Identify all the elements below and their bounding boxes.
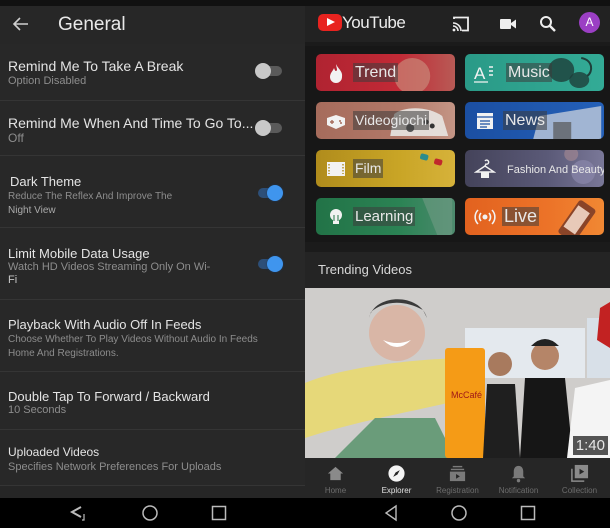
svg-text:A: A [474, 64, 486, 83]
setting-subtitle-line2: Home And Registrations. [8, 348, 119, 359]
subscriptions-icon [449, 465, 466, 482]
setting-title: Playback With Audio Off In Feeds [8, 317, 202, 332]
bottom-nav-library[interactable]: Collection [549, 458, 610, 498]
film-icon [327, 162, 345, 176]
bottom-nav-label: Registration [436, 486, 479, 495]
toggle-dark-theme[interactable] [255, 185, 283, 201]
bottom-nav-label: Collection [561, 486, 598, 495]
home-icon [327, 466, 344, 481]
category-grid: Trend A Music Videogiochi News Film Fash… [305, 46, 610, 242]
setting-muted-playback[interactable]: Playback With Audio Off In Feeds Choose … [0, 300, 305, 372]
video-thumbnail[interactable]: McCafé 1:40 [305, 288, 610, 458]
bottom-nav-label: Home [324, 486, 347, 495]
back-icon[interactable] [381, 503, 401, 523]
bottom-nav-notifications[interactable]: Notification [488, 458, 549, 498]
bell-icon [511, 465, 526, 483]
newspaper-icon [477, 113, 493, 129]
3d-glasses-artwork [419, 153, 442, 166]
category-label: Trend [353, 63, 399, 82]
system-nav-bar [305, 498, 610, 528]
setting-remind-bedtime[interactable]: Remind Me When And Time To Go To... Off [0, 101, 305, 156]
page-title: General [58, 14, 126, 35]
setting-double-tap[interactable]: Double Tap To Forward / Backward 10 Seco… [0, 372, 305, 430]
setting-title: Limit Mobile Data Usage [8, 246, 150, 261]
recents-icon[interactable] [209, 503, 229, 523]
hanger-icon [474, 159, 496, 178]
library-icon [571, 464, 589, 482]
recents-icon[interactable] [518, 503, 538, 523]
category-music[interactable]: A Music [465, 54, 604, 91]
thumbnail-image: McCafé [305, 288, 610, 458]
system-nav-bar [0, 498, 305, 528]
setting-uploads[interactable]: Uploaded Videos Specifies Network Prefer… [0, 430, 305, 486]
video-camera-icon[interactable] [498, 14, 518, 34]
video-duration-badge: 1:40 [572, 436, 608, 455]
avatar[interactable]: A [579, 12, 600, 33]
setting-subtitle: Choose Whether To Play Videos Without Au… [8, 334, 258, 345]
trending-title: Trending Videos [318, 262, 412, 277]
arrow-left-icon[interactable] [11, 14, 31, 34]
setting-title: Dark Theme [10, 174, 82, 189]
setting-subtitle: Watch HD Videos Streaming Only On Wi- [8, 261, 211, 273]
bottom-nav-label: Notification [498, 486, 539, 495]
category-film[interactable]: Film [316, 150, 455, 187]
lightbulb-icon [330, 209, 342, 224]
bottom-nav-home[interactable]: Home [305, 458, 366, 498]
youtube-logo-icon[interactable] [318, 14, 342, 31]
setting-remind-break[interactable]: Remind Me To Take A Break Option Disable… [0, 44, 305, 101]
setting-title: Double Tap To Forward / Backward [8, 389, 210, 404]
category-news[interactable]: News [465, 102, 604, 139]
setting-subtitle: 10 Seconds [8, 404, 67, 416]
settings-header: General [0, 6, 305, 44]
home-icon[interactable] [140, 503, 160, 523]
bottom-nav-label: Explorer [381, 486, 412, 495]
category-label: News [503, 111, 548, 130]
flame-icon [330, 64, 343, 83]
youtube-explore-screen: YouTube A Trend A Music Videogiochi News… [305, 0, 610, 528]
gamepad-icon [327, 115, 345, 129]
cast-icon[interactable] [451, 14, 471, 34]
toggle-limit-data[interactable] [255, 256, 283, 272]
settings-screen: General Remind Me To Take A Break Option… [0, 0, 305, 528]
bottom-navigation: Home Explorer Registration Notification … [305, 458, 610, 498]
category-learning[interactable]: Learning [316, 198, 455, 235]
back-icon[interactable] [69, 503, 89, 523]
setting-dark-theme[interactable]: Dark Theme Reduce The Reflex And Improve… [0, 156, 305, 228]
youtube-header: YouTube A [305, 6, 610, 42]
setting-subtitle: Reduce The Reflex And Improve The [8, 191, 173, 202]
setting-subtitle-line2: Night View [8, 205, 56, 216]
setting-title: Remind Me To Take A Break [8, 58, 184, 74]
category-gaming[interactable]: Videogiochi [316, 102, 455, 139]
search-icon[interactable] [538, 14, 558, 34]
music-icon: A [474, 64, 493, 83]
setting-subtitle: Off [8, 131, 24, 145]
category-label: Fashion And Beauty [507, 164, 604, 176]
youtube-wordmark[interactable]: YouTube [342, 13, 406, 33]
category-label: Music [506, 63, 552, 82]
home-icon[interactable] [449, 503, 469, 523]
setting-subtitle: Option Disabled [8, 75, 87, 87]
toggle-remind-bedtime[interactable] [255, 120, 283, 136]
category-label: Live [502, 206, 540, 226]
toggle-remind-break[interactable] [255, 63, 283, 79]
category-trend[interactable]: Trend [316, 54, 455, 91]
trending-section-header: Trending Videos [305, 252, 610, 288]
setting-subtitle-line2: Fi [8, 274, 18, 286]
category-label: Film [353, 159, 384, 178]
category-fashion[interactable]: Fashion And Beauty [465, 150, 604, 187]
category-label: Videogiochi [353, 111, 430, 130]
category-label: Learning [353, 207, 416, 226]
bottom-nav-subscriptions[interactable]: Registration [427, 458, 488, 498]
setting-title: Remind Me When And Time To Go To... [8, 115, 254, 131]
category-live[interactable]: Live [465, 198, 604, 235]
setting-limit-data[interactable]: Limit Mobile Data Usage Watch HD Videos … [0, 228, 305, 300]
compass-icon [388, 465, 405, 482]
setting-subtitle: Specifies Network Preferences For Upload… [8, 461, 222, 473]
bottom-nav-explore[interactable]: Explorer [366, 458, 427, 498]
setting-title: Uploaded Videos [8, 445, 100, 459]
svg-text:McCafé: McCafé [451, 390, 482, 400]
live-broadcast-icon [474, 209, 496, 225]
